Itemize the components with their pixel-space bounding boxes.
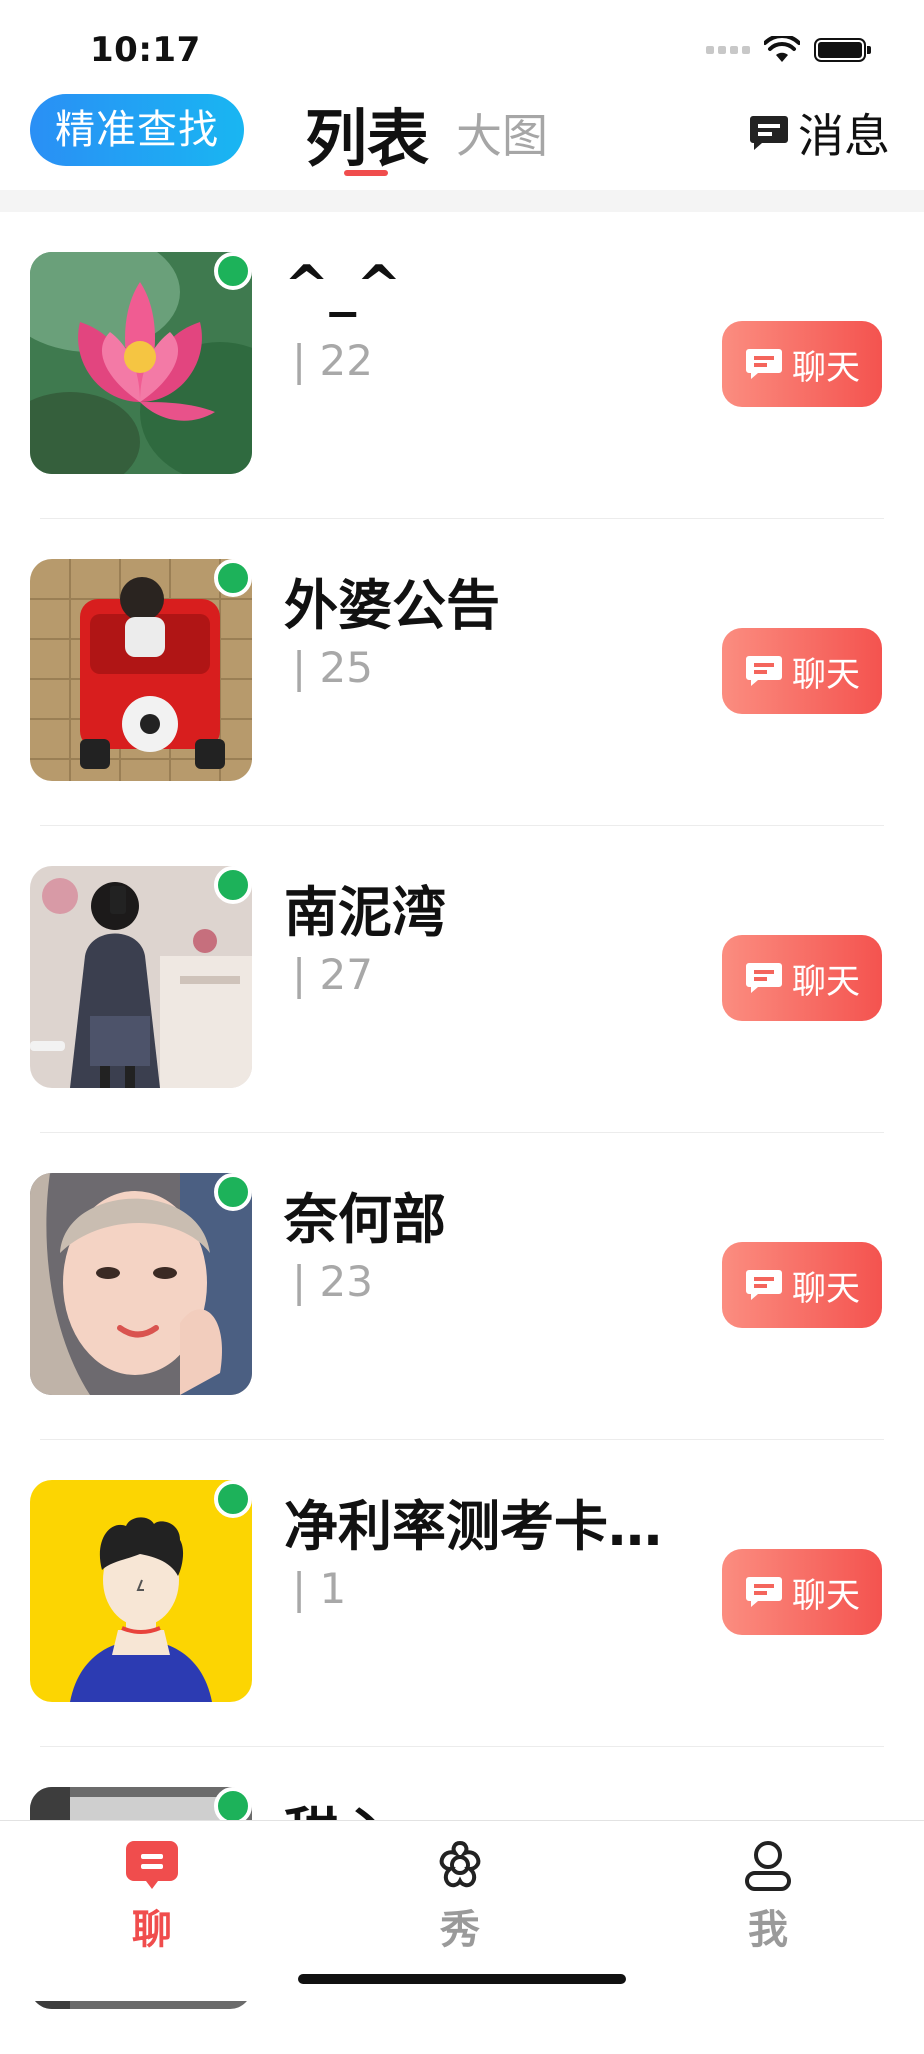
online-status-dot — [214, 252, 252, 290]
chat-bubble-icon — [126, 1841, 178, 1889]
user-nickname: ^_^ — [284, 254, 402, 317]
avatar[interactable] — [30, 1480, 252, 1702]
chat-button[interactable]: 聊天 — [722, 321, 882, 407]
chat-button-label: 聊天 — [792, 1268, 860, 1309]
user-age: | 23 — [292, 1257, 373, 1306]
tab-chat-label: 聊 — [132, 1907, 172, 1953]
online-status-dot — [214, 1480, 252, 1518]
user-row[interactable]: 南泥湾 | 27 聊天 — [0, 826, 924, 1133]
tab-show-label: 秀 — [440, 1907, 480, 1953]
precise-search-button[interactable]: 精准查找 — [30, 94, 244, 166]
chat-button-label: 聊天 — [792, 347, 860, 388]
user-nickname: 奈何部 — [284, 1188, 446, 1251]
chat-button[interactable]: 聊天 — [722, 935, 882, 1021]
chat-button-label: 聊天 — [792, 961, 860, 1002]
flower-gear-icon — [439, 1840, 481, 1888]
user-age: | 25 — [292, 643, 373, 692]
user-age: | 27 — [292, 950, 373, 999]
chat-button[interactable]: 聊天 — [722, 628, 882, 714]
user-nickname: 南泥湾 — [284, 881, 446, 944]
girl-selfie-photo — [30, 866, 252, 1088]
user-nickname: 外婆公告 — [284, 574, 500, 637]
chat-bubble-icon — [746, 1577, 782, 1607]
tab-big-picture[interactable]: 大图 — [456, 100, 548, 166]
chat-bubble-icon — [746, 656, 782, 686]
user-age: | 1 — [292, 1564, 347, 1613]
chat-bubble-icon — [746, 1270, 782, 1300]
online-status-dot — [214, 559, 252, 597]
chat-button[interactable]: 聊天 — [722, 1549, 882, 1635]
user-nickname: 净利率测考卡… — [284, 1495, 662, 1558]
status-indicators — [706, 36, 871, 64]
user-list: ^_^ | 22 聊天 外婆公告 | 25 聊天 南泥湾 | 27 聊天 奈何部… — [0, 212, 924, 2054]
user-row[interactable]: 奈何部 | 23 聊天 — [0, 1133, 924, 1440]
messages-label: 消息 — [798, 109, 890, 163]
active-tab-indicator — [344, 170, 388, 176]
chat-button-label: 聊天 — [792, 654, 860, 695]
avatar[interactable] — [30, 1173, 252, 1395]
top-header: 精准查找 列表 大图 消息 — [0, 84, 924, 190]
avatar[interactable] — [30, 866, 252, 1088]
wifi-icon — [764, 36, 800, 62]
chat-button-label: 聊天 — [792, 1575, 860, 1616]
person-icon — [745, 1841, 791, 1891]
section-divider — [0, 190, 924, 212]
chat-bubble-icon — [746, 963, 782, 993]
home-indicator — [298, 1974, 626, 1984]
online-status-dot — [214, 1173, 252, 1211]
tab-me[interactable]: 我 — [708, 1839, 828, 1955]
user-row[interactable]: 净利率测考卡… | 1 聊天 — [0, 1440, 924, 1747]
messages-button[interactable]: 消息 — [748, 100, 890, 166]
tab-show[interactable]: 秀 — [400, 1839, 520, 1955]
avatar[interactable] — [30, 559, 252, 781]
message-icon — [750, 116, 788, 150]
chat-bubble-icon — [746, 349, 782, 379]
user-age: | 22 — [292, 336, 373, 385]
tab-list[interactable]: 列表 — [305, 88, 429, 178]
child-car-photo — [30, 559, 252, 781]
woman-portrait-photo — [30, 1173, 252, 1395]
tab-chat[interactable]: 聊 — [92, 1839, 212, 1955]
bottom-tab-bar: 聊 秀 我 — [0, 1820, 924, 2001]
avatar[interactable] — [30, 252, 252, 474]
default-cartoon-avatar — [30, 1480, 252, 1702]
user-row[interactable]: 外婆公告 | 25 聊天 — [0, 519, 924, 826]
status-time: 10:17 — [90, 30, 201, 70]
lotus-photo — [30, 252, 252, 474]
cellular-signal-icon — [706, 46, 750, 54]
battery-icon — [814, 38, 871, 62]
online-status-dot — [214, 866, 252, 904]
user-row[interactable]: ^_^ | 22 聊天 — [0, 212, 924, 519]
tab-me-label: 我 — [748, 1907, 788, 1953]
chat-button[interactable]: 聊天 — [722, 1242, 882, 1328]
status-bar: 10:17 — [0, 0, 924, 84]
